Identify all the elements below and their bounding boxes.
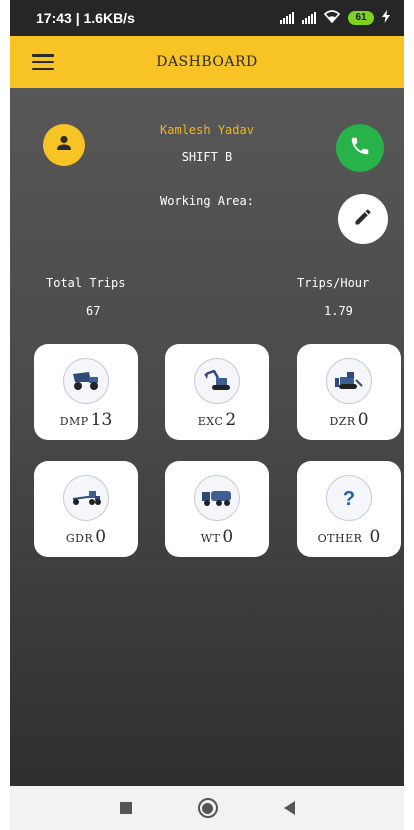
trips-per-hour-value: 1.79	[324, 304, 353, 318]
equipment-code: DMP	[59, 415, 89, 428]
water-tanker-icon	[194, 475, 240, 521]
status-icons: 61	[280, 10, 390, 26]
equipment-count: 0	[357, 410, 369, 430]
equipment-count: 13	[90, 410, 113, 430]
wifi-icon	[323, 10, 341, 26]
signal-icon	[302, 12, 316, 24]
battery-icon: 61	[348, 11, 374, 25]
system-nav-bar	[10, 786, 404, 830]
dashboard-content: Kamlesh Yadav SHIFT B Working Area: Tota…	[10, 88, 404, 786]
question-mark-icon: ?	[326, 475, 372, 521]
phone-icon	[349, 135, 371, 161]
equipment-code: OTHER	[317, 532, 363, 545]
equipment-count: 2	[225, 410, 237, 430]
equipment-tile-dmp[interactable]: DMP 13	[34, 344, 138, 440]
phone-screen: 17:43 | 1.6KB/s 61 DASHBOARD Kamlesh Yad…	[10, 0, 404, 830]
total-trips-value: 67	[86, 304, 101, 318]
dozer-icon	[326, 358, 372, 404]
equipment-code: EXC	[197, 415, 224, 428]
signal-icon	[280, 12, 294, 24]
hamburger-menu-icon[interactable]	[32, 54, 54, 70]
equipment-code: GDR	[65, 532, 94, 545]
excavator-icon	[194, 358, 240, 404]
grader-icon	[63, 475, 109, 521]
dump-truck-icon	[63, 358, 109, 404]
trips-per-hour-label: Trips/Hour	[297, 276, 370, 290]
equipment-code: DZR	[329, 415, 356, 428]
working-area-label: Working Area:	[160, 194, 254, 208]
app-bar: DASHBOARD	[10, 36, 404, 88]
total-trips-label: Total Trips	[46, 276, 126, 290]
equipment-tile-gdr[interactable]: GDR 0	[34, 461, 138, 557]
call-button[interactable]	[336, 124, 384, 172]
edit-working-area-button[interactable]	[338, 194, 388, 244]
charging-icon	[382, 10, 390, 26]
equipment-tile-other[interactable]: ? OTHER 0	[297, 461, 401, 557]
recents-square-icon[interactable]	[119, 802, 132, 814]
home-circle-icon[interactable]	[197, 798, 218, 818]
pencil-icon	[353, 207, 373, 231]
equipment-code: WT	[200, 532, 221, 545]
equipment-count: 0	[222, 527, 234, 547]
page-title: DASHBOARD	[156, 54, 258, 70]
equipment-tile-exc[interactable]: EXC 2	[165, 344, 269, 440]
svg-text:?: ?	[343, 488, 355, 509]
back-triangle-icon[interactable]	[283, 801, 295, 815]
status-bar: 17:43 | 1.6KB/s 61	[10, 0, 404, 36]
equipment-tile-dzr[interactable]: DZR 0	[297, 344, 401, 440]
equipment-count: 0	[369, 527, 381, 547]
equipment-tile-wt[interactable]: WT 0	[165, 461, 269, 557]
equipment-count: 0	[95, 527, 107, 547]
status-time-speed: 17:43 | 1.6KB/s	[36, 10, 135, 26]
